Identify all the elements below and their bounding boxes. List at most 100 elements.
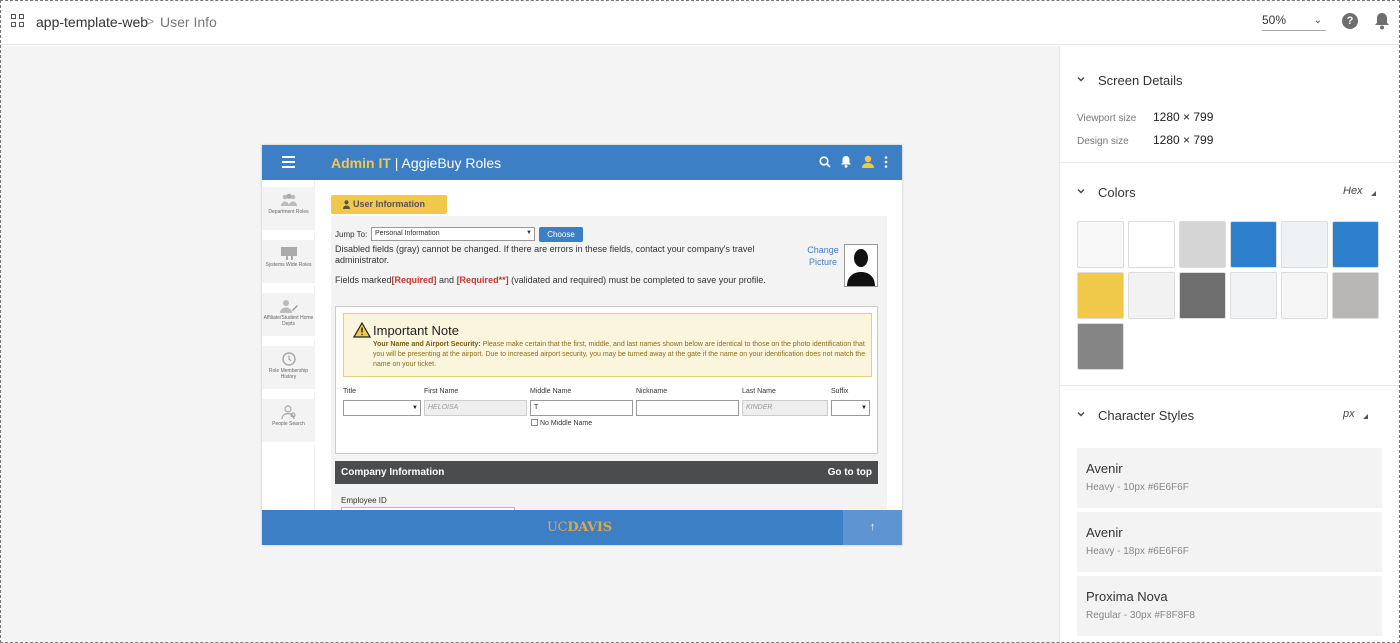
app-title-accent: Admin IT xyxy=(331,155,391,171)
color-swatch[interactable] xyxy=(1128,221,1175,268)
jump-to-value: Personal Information xyxy=(375,230,440,237)
color-format-value: Hex xyxy=(1343,185,1363,197)
grid-icon[interactable] xyxy=(11,14,25,28)
notification-bell-icon[interactable] xyxy=(840,155,852,168)
required-info-suffix: (validated and required) must be complet… xyxy=(508,275,766,285)
character-style-desc: Regular - 30px #F8F8F8 xyxy=(1086,610,1195,621)
zoom-select[interactable]: 50% ⌄ xyxy=(1262,13,1326,31)
required-info-and: and xyxy=(436,275,457,285)
character-style-item[interactable]: Proxima Nova Regular - 30px #F8F8F8 xyxy=(1077,576,1382,636)
first-name-field[interactable]: HELOISA xyxy=(424,400,527,416)
first-name-label: First Name xyxy=(424,388,459,395)
user-search-icon xyxy=(280,405,295,419)
breadcrumb-app[interactable]: app-template-web xyxy=(36,14,148,30)
triangle-icon xyxy=(1370,191,1376,196)
title-select[interactable]: ▼ xyxy=(343,400,421,416)
uc-davis-logo: UCDAVIS xyxy=(547,520,612,535)
screen-details-header[interactable]: Screen Details xyxy=(1077,73,1183,88)
sidebar-item-department-roles[interactable]: Department Roles xyxy=(262,187,315,233)
group-icon xyxy=(280,193,297,206)
section-divider xyxy=(1060,162,1400,163)
color-swatch[interactable] xyxy=(1128,272,1175,319)
colors-title: Colors xyxy=(1098,185,1136,200)
breadcrumb-page: User Info xyxy=(160,14,217,30)
design-size-value: 1280 × 799 xyxy=(1153,133,1214,147)
choose-button[interactable]: Choose xyxy=(539,227,583,242)
app-footer: UCDAVIS ↑ xyxy=(262,510,902,545)
note-title: Important Note xyxy=(373,323,459,338)
person-icon xyxy=(343,200,350,209)
color-swatch[interactable] xyxy=(1332,272,1379,319)
middle-name-field[interactable]: T xyxy=(530,400,633,416)
sidebar-item-label: Systems Wide Roles xyxy=(265,262,312,268)
color-swatch[interactable] xyxy=(1281,272,1328,319)
app-title-rest: | AggieBuy Roles xyxy=(390,155,502,171)
important-note: Important Note Your Name and Airport Sec… xyxy=(343,313,872,377)
nickname-label: Nickname xyxy=(636,388,668,395)
sidebar-item-label: People Search xyxy=(272,421,305,427)
app-title: Admin IT | AggieBuy Roles xyxy=(331,155,501,171)
disabled-fields-info: Disabled fields (gray) cannot be changed… xyxy=(335,244,755,265)
go-to-top-link[interactable]: Go to top xyxy=(828,461,872,484)
color-format-select[interactable]: Hex xyxy=(1343,185,1376,197)
color-swatch[interactable] xyxy=(1230,221,1277,268)
app-header: Admin IT | AggieBuy Roles xyxy=(262,145,902,180)
silhouette-icon xyxy=(847,249,875,286)
chevron-down-icon xyxy=(1077,412,1085,417)
color-swatch[interactable] xyxy=(1281,221,1328,268)
color-swatch[interactable] xyxy=(1077,272,1124,319)
search-icon[interactable] xyxy=(819,155,831,168)
artboard-preview[interactable]: Admin IT | AggieBuy Roles Department Rol… xyxy=(262,145,902,545)
sidebar-item-affiliate-student[interactable]: Affiliate/Student Home Depts xyxy=(262,293,315,339)
color-swatch[interactable] xyxy=(1077,221,1124,268)
sidebar-item-systems-wide-roles[interactable]: Systems Wide Roles xyxy=(262,240,315,286)
hamburger-icon[interactable] xyxy=(282,156,295,169)
character-styles-header[interactable]: Character Styles xyxy=(1077,408,1194,423)
character-styles-title: Character Styles xyxy=(1098,408,1195,423)
tab-user-information[interactable]: User Information xyxy=(331,195,447,214)
user-edit-icon xyxy=(279,300,298,313)
no-middle-name-label: No Middle Name xyxy=(540,420,593,427)
header-icons xyxy=(819,155,888,168)
screen-details-title: Screen Details xyxy=(1098,73,1183,88)
unit-select[interactable]: px xyxy=(1343,408,1368,420)
no-middle-name-checkbox[interactable]: No Middle Name xyxy=(531,419,592,427)
change-picture-link[interactable]: Change Picture xyxy=(805,244,841,268)
character-style-item[interactable]: Avenir Heavy - 10px #6E6F6F xyxy=(1077,448,1382,508)
color-swatch[interactable] xyxy=(1230,272,1277,319)
more-vertical-icon[interactable] xyxy=(884,155,888,168)
dropdown-arrow-icon: ▼ xyxy=(412,405,418,411)
uc-davis-logo-davis: DAVIS xyxy=(567,520,612,535)
character-style-desc: Heavy - 10px #6E6F6F xyxy=(1086,482,1189,493)
sidebar-item-role-membership-history[interactable]: Role Membership History xyxy=(262,346,315,392)
colors-header[interactable]: Colors xyxy=(1077,185,1136,200)
company-information-title: Company Information xyxy=(341,467,445,478)
last-name-field[interactable]: KINDER xyxy=(742,400,828,416)
jump-to-select[interactable]: Personal Information ▼ xyxy=(371,227,535,241)
presentation-icon xyxy=(280,247,297,260)
middle-name-label: Middle Name xyxy=(530,388,572,395)
color-swatch[interactable] xyxy=(1332,221,1379,268)
zoom-value: 50% xyxy=(1262,13,1287,27)
checkbox-box[interactable] xyxy=(531,419,538,426)
nickname-field[interactable] xyxy=(636,400,739,416)
triangle-icon xyxy=(1362,414,1368,419)
character-style-name: Avenir xyxy=(1086,525,1123,540)
scroll-top-button[interactable]: ↑ xyxy=(843,510,902,545)
user-icon[interactable] xyxy=(861,155,875,168)
character-style-item[interactable]: Avenir Heavy - 18px #6E6F6F xyxy=(1077,512,1382,572)
design-size-label: Design size xyxy=(1077,136,1129,147)
suffix-select[interactable]: ▼ xyxy=(831,400,870,416)
viewport-size-value: 1280 × 799 xyxy=(1153,110,1214,124)
jump-to-label: Jump To: xyxy=(335,230,368,239)
breadcrumb-separator: > xyxy=(146,13,155,29)
bell-icon[interactable] xyxy=(1374,12,1390,30)
help-icon[interactable]: ? xyxy=(1342,13,1358,29)
character-style-name: Avenir xyxy=(1086,461,1123,476)
color-swatch[interactable] xyxy=(1179,272,1226,319)
color-swatch[interactable] xyxy=(1077,323,1124,370)
sidebar-item-people-search[interactable]: People Search xyxy=(262,399,315,445)
dropdown-arrow-icon: ▼ xyxy=(861,405,867,411)
unit-value: px xyxy=(1343,408,1355,420)
color-swatch[interactable] xyxy=(1179,221,1226,268)
